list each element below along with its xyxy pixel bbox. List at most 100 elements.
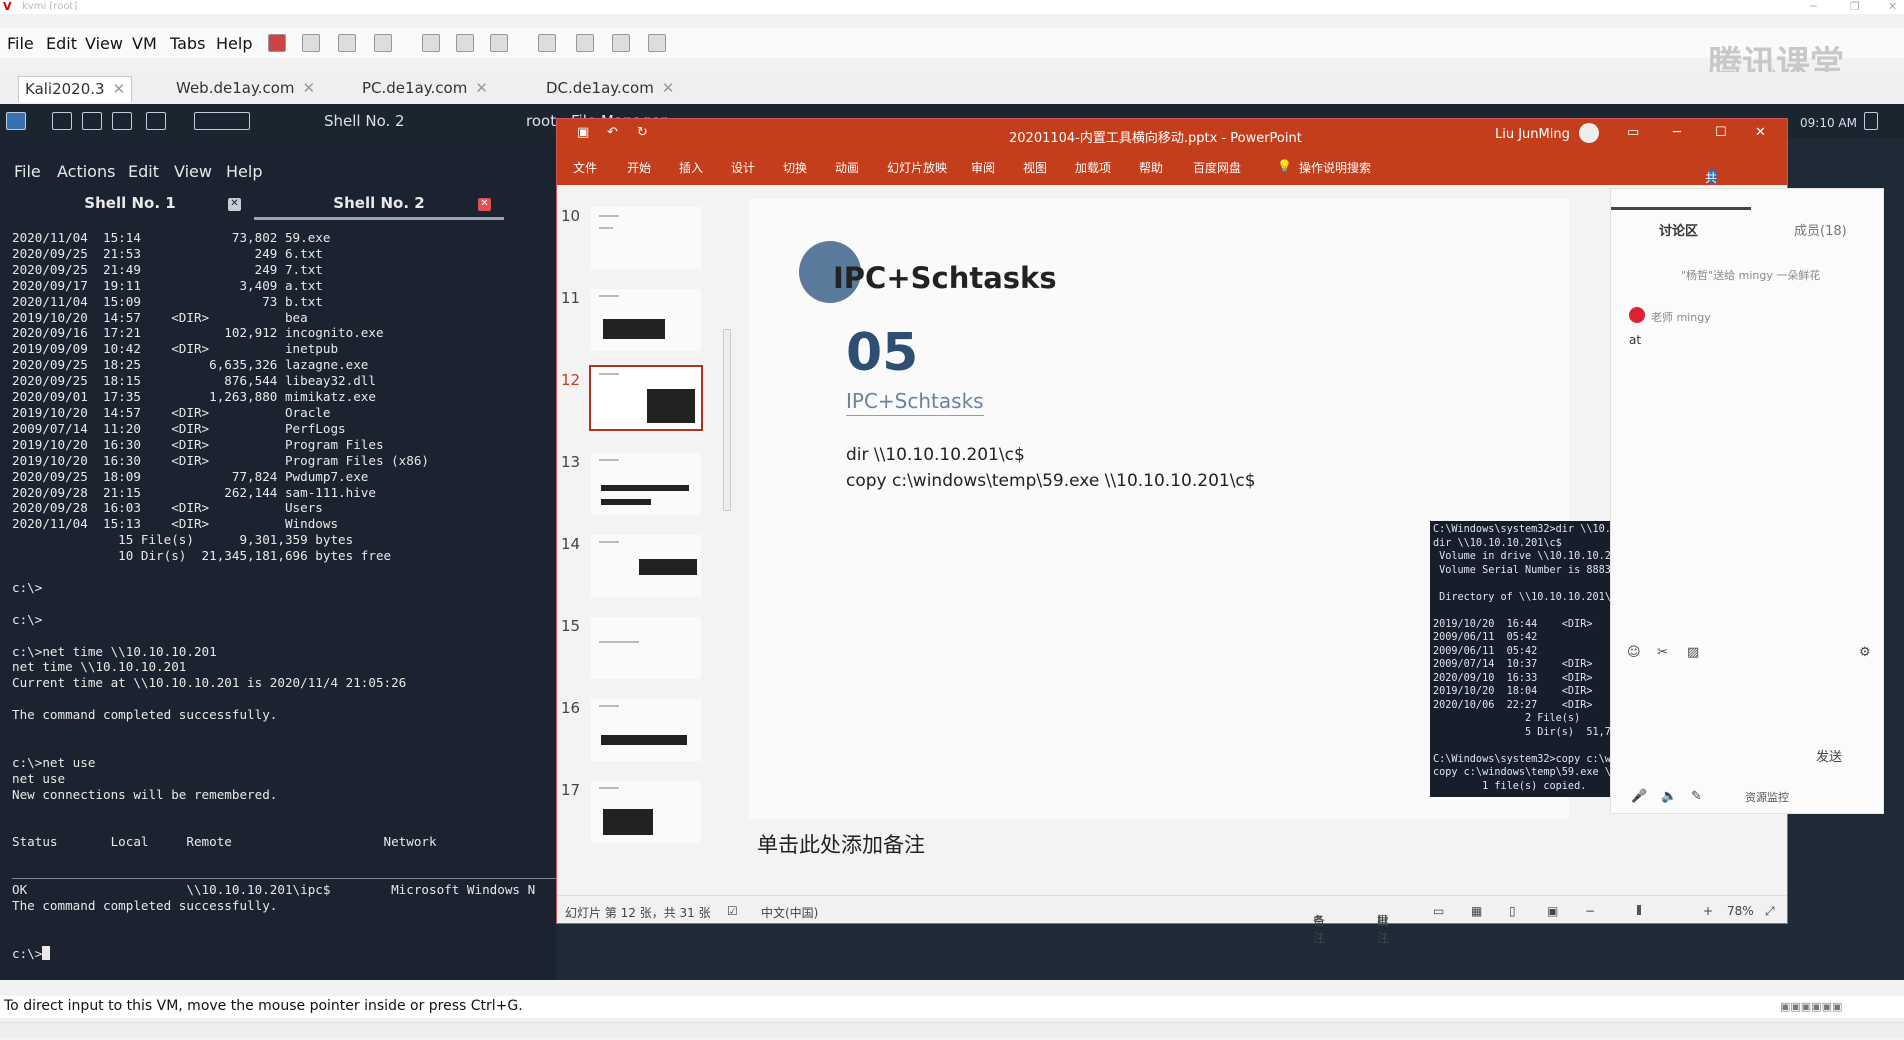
ribbon-addins[interactable]: 加载项 [1075,159,1111,176]
files-icon[interactable] [82,112,102,130]
redo-icon[interactable]: ↻ [637,125,648,140]
tab-kali[interactable]: Kali2020.3 ✕ [18,76,133,102]
slide-thumb-11[interactable] [591,289,701,351]
ribbon-design[interactable]: 设计 [731,159,755,176]
browser-icon[interactable] [146,112,166,130]
avatar[interactable] [1579,123,1599,143]
close-tab-icon[interactable]: ✕ [475,79,488,97]
terminal-window[interactable]: File Actions Edit View Help Shell No. 1 … [0,138,556,980]
notes-placeholder[interactable]: 单击此处添加备注 [757,829,925,859]
horizontal-scrollbar[interactable] [0,1022,1904,1038]
close-tab-icon[interactable]: ✕ [228,198,241,211]
power-icon[interactable] [268,34,286,52]
slide-thumb-10[interactable] [591,207,701,269]
menu-tabs[interactable]: Tabs [170,34,205,53]
minimize-icon[interactable]: ─ [1810,0,1817,13]
settings-icon[interactable]: ⚙ [1859,645,1871,660]
fit-slide-icon[interactable]: ⤢ [1765,904,1775,919]
menu-view[interactable]: View [85,34,123,53]
terminal-menu-edit[interactable]: Edit [128,162,159,181]
usb-icon[interactable] [538,34,556,52]
workspace-icon[interactable] [194,112,250,130]
restore-icon[interactable]: ❐ [1850,0,1860,13]
terminal-icon[interactable] [112,112,132,130]
zoom-slider[interactable] [1637,905,1641,915]
powerpoint-window[interactable]: ▣ ↶ ↻ 20201104-内置工具横向移动.pptx - PowerPoin… [556,118,1800,945]
tab-discussion[interactable]: 讨论区 [1659,220,1698,239]
show-desktop-icon[interactable] [52,112,72,130]
ribbon-insert[interactable]: 插入 [679,159,703,176]
scissors-icon[interactable]: ✂ [1657,645,1668,660]
close-tab-icon[interactable]: ✕ [662,79,675,97]
tab-shell-2[interactable]: Shell No. 2 ✕ [254,194,504,220]
ribbon-home[interactable]: 开始 [627,159,651,176]
save-icon[interactable]: ▣ [577,125,589,140]
tab-pc[interactable]: PC.de1ay.com ✕ [356,76,494,102]
close-tab-icon[interactable]: ✕ [303,79,316,97]
settings-icon[interactable] [490,34,508,52]
pause-icon[interactable] [302,34,320,52]
slide-sorter-icon[interactable]: ▦ [1471,904,1482,918]
close-icon[interactable]: ✕ [1755,125,1766,140]
menu-edit[interactable]: Edit [46,34,77,53]
language[interactable]: 中文(中国) [761,904,818,921]
terminal-menu-view[interactable]: View [174,162,212,181]
lightbulb-icon[interactable]: 💡 [1277,159,1292,173]
undo-icon[interactable]: ↶ [607,125,618,140]
snapshot-manager-icon[interactable] [422,34,440,52]
zoom-in-icon[interactable]: + [1703,904,1713,918]
slide-thumb-14[interactable] [591,535,701,597]
ribbon-animations[interactable]: 动画 [835,159,859,176]
tab-web[interactable]: Web.de1ay.com ✕ [170,76,321,102]
close-tab-icon[interactable]: ✕ [478,198,491,211]
reading-view-icon[interactable]: ▯ [1509,904,1516,918]
thumb-scrollbar[interactable] [723,329,731,511]
snapshot-icon[interactable] [338,34,356,52]
ribbon-display-icon[interactable]: ▭ [1627,125,1639,140]
slide-thumb-17[interactable] [591,781,701,843]
mic-icon[interactable]: 🎤 [1631,789,1647,804]
resource-monitor[interactable]: 资源监控 [1745,789,1789,805]
zoom-level[interactable]: 78% [1727,904,1754,918]
terminal-menu-actions[interactable]: Actions [57,162,115,181]
emoji-icon[interactable]: ☺ [1627,645,1641,660]
menu-help[interactable]: Help [216,34,252,53]
slideshow-icon[interactable]: ▣ [1547,904,1558,918]
minimize-icon[interactable]: ─ [1673,125,1681,140]
menu-vm[interactable]: VM [132,34,157,53]
tab-shell-1[interactable]: Shell No. 1 ✕ [10,194,250,220]
slide-thumb-12[interactable] [589,365,703,431]
fullscreen-icon[interactable] [612,34,630,52]
device-icons[interactable]: ▣▣▣▣▣▣ [1780,1000,1842,1013]
spellcheck-icon[interactable]: ☑ [727,904,738,918]
lock-icon[interactable] [1864,112,1878,130]
close-icon[interactable]: ✕ [1888,0,1897,13]
display-icon[interactable] [576,34,594,52]
slide-canvas[interactable]: IPC+Schtasks 05 IPC+Schtasks dir \\10.10… [749,199,1800,819]
terminal-menu-help[interactable]: Help [226,162,262,181]
console-view-icon[interactable] [648,34,666,52]
slide-thumb-15[interactable] [591,617,701,679]
ribbon-view[interactable]: 视图 [1023,159,1047,176]
slide-thumb-16[interactable] [591,699,701,761]
ribbon-help[interactable]: 帮助 [1139,159,1163,176]
tab-members[interactable]: 成员(18) [1794,220,1847,239]
network-icon[interactable] [456,34,474,52]
ribbon-search[interactable]: 操作说明搜索 [1299,159,1371,176]
image-icon[interactable]: ▨ [1687,645,1699,660]
revert-icon[interactable] [374,34,392,52]
ribbon-review[interactable]: 审阅 [971,159,995,176]
ribbon-file[interactable]: 文件 [573,159,597,176]
ribbon-slideshow[interactable]: 幻灯片放映 [887,159,947,176]
terminal-menu-file[interactable]: File [14,162,41,181]
zoom-out-icon[interactable]: − [1585,904,1595,918]
normal-view-icon[interactable]: ▭ [1433,904,1444,918]
send-button[interactable]: 发送 [1816,746,1842,765]
slide-thumb-13[interactable] [591,453,701,515]
kali-menu-icon[interactable] [6,112,26,130]
close-tab-icon[interactable]: ✕ [113,80,126,98]
maximize-icon[interactable]: ☐ [1715,125,1727,140]
ribbon-baidu[interactable]: 百度网盘 [1193,159,1241,176]
taskbar-shell[interactable]: Shell No. 2 [324,112,405,130]
tab-dc[interactable]: DC.de1ay.com ✕ [540,76,680,102]
